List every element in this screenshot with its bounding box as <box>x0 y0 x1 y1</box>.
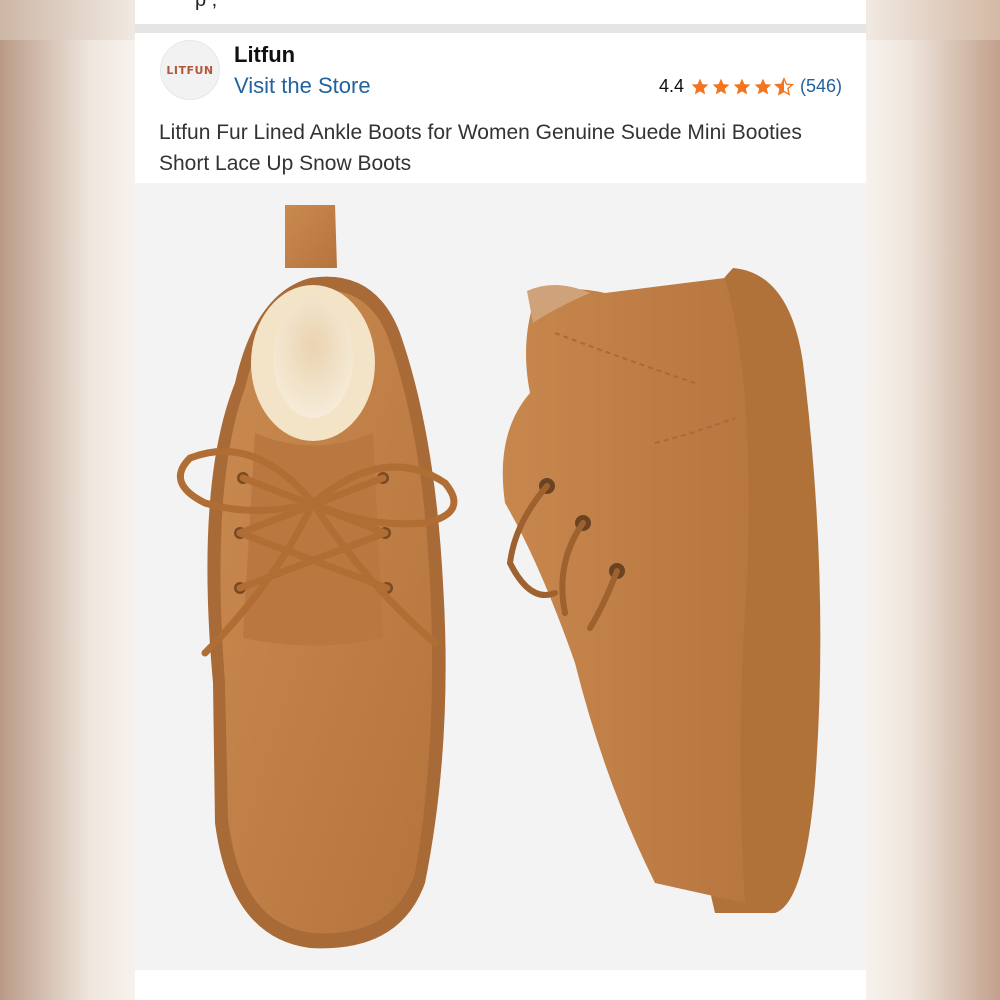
top-strip: p , <box>135 0 866 24</box>
half-star-icon <box>774 76 794 96</box>
visit-store-link[interactable]: Visit the Store <box>234 73 371 99</box>
bottom-strip <box>135 970 866 1000</box>
product-title: Litfun Fur Lined Ankle Boots for Women G… <box>159 121 802 175</box>
star-rating <box>690 76 794 97</box>
brand-name: Litfun <box>234 42 296 67</box>
review-count-link[interactable]: (546) <box>800 76 842 97</box>
boots-illustration <box>177 205 821 949</box>
right-boot <box>502 268 821 913</box>
product-card: p , LITFUN Litfun Visit the Store 4.4 (5… <box>135 0 866 1000</box>
store-logo-text: LITFUN <box>166 63 214 77</box>
star-icon <box>754 78 772 94</box>
product-image[interactable] <box>135 183 866 970</box>
store-logo[interactable]: LITFUN <box>160 40 220 100</box>
star-icon <box>733 78 751 94</box>
partial-text: p , <box>195 0 218 11</box>
star-icon <box>712 78 730 94</box>
rating-row[interactable]: 4.4 (546) <box>659 76 842 97</box>
star-icon <box>691 78 709 94</box>
rating-value: 4.4 <box>658 76 684 96</box>
section-divider <box>135 24 866 33</box>
left-boot <box>177 205 458 949</box>
